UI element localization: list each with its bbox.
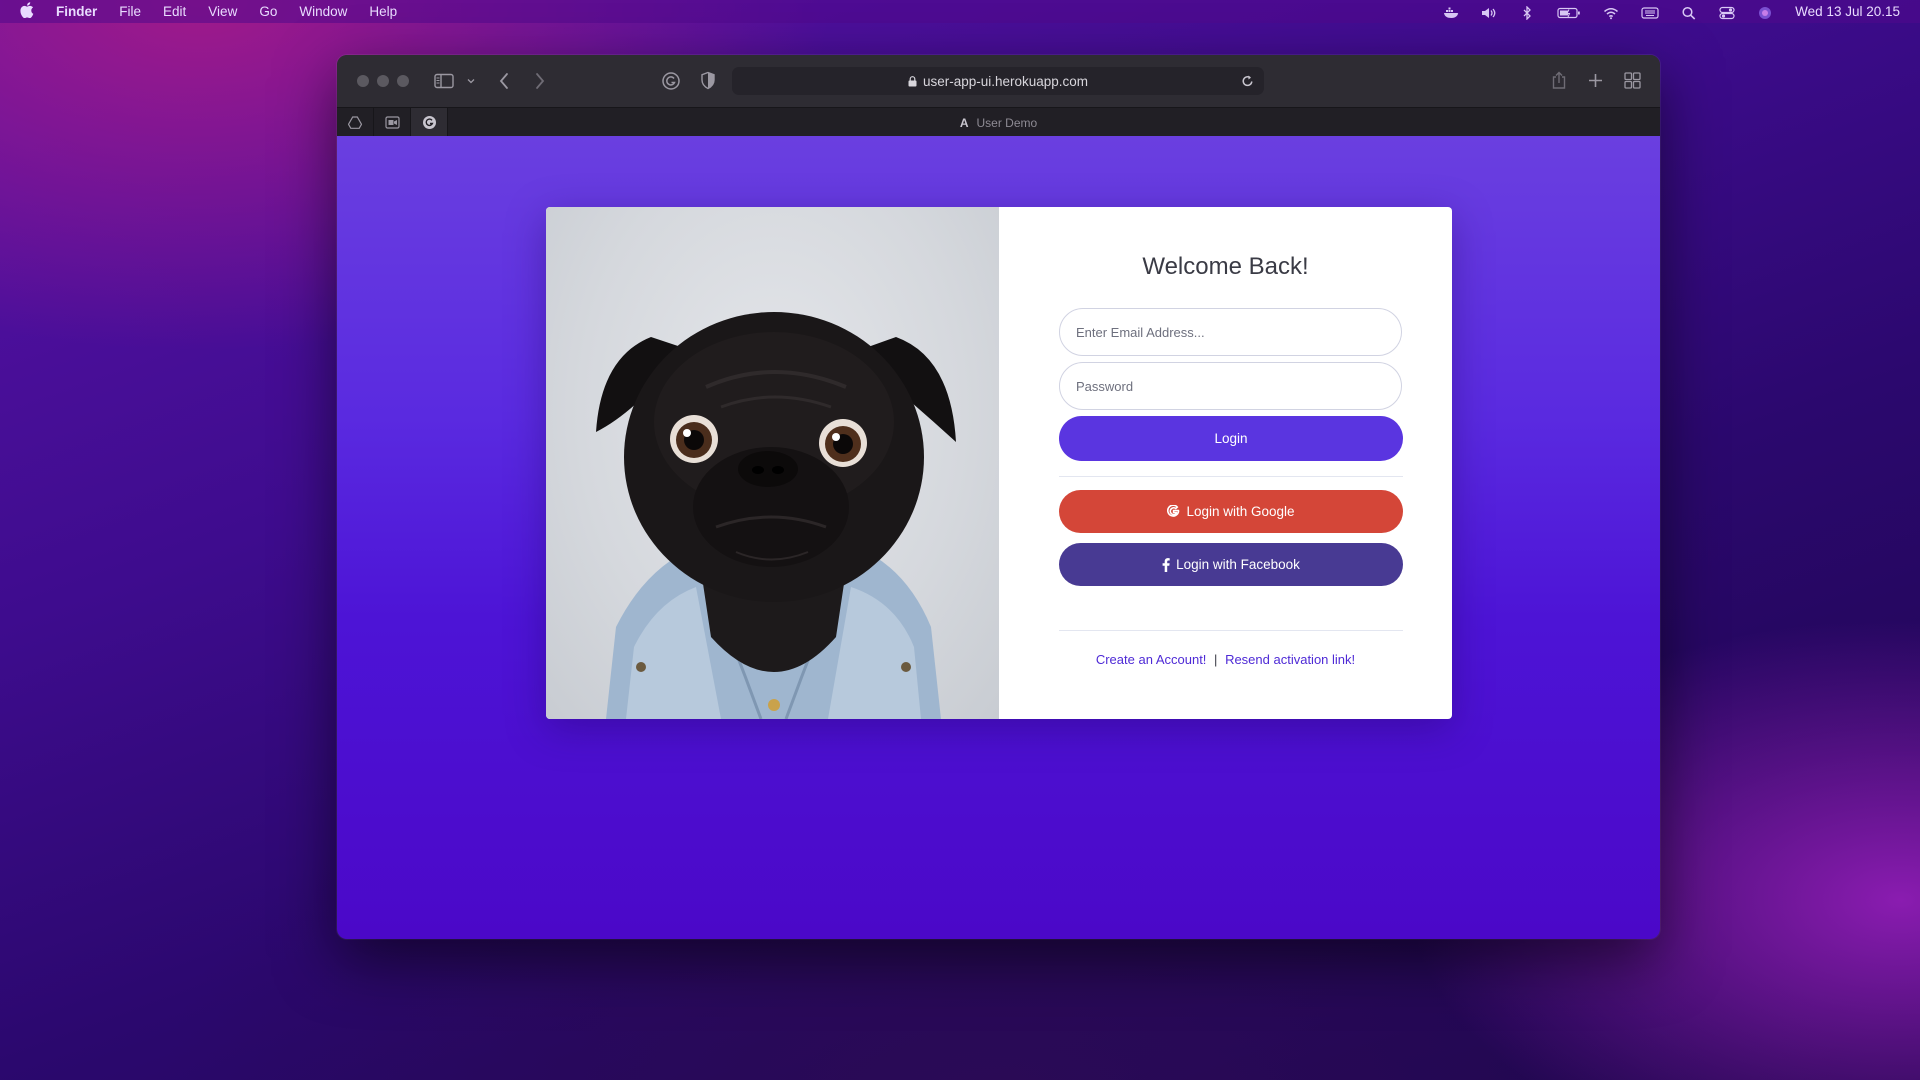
divider	[1059, 476, 1403, 477]
back-icon[interactable]	[498, 72, 510, 90]
reload-icon[interactable]	[1241, 74, 1254, 91]
bluetooth-icon[interactable]	[1519, 5, 1535, 20]
volume-icon[interactable]	[1481, 6, 1497, 18]
tab-bar: A User Demo	[337, 107, 1660, 137]
zoom-window-button[interactable]	[397, 75, 409, 87]
close-window-button[interactable]	[357, 75, 369, 87]
active-tab[interactable]: A User Demo	[337, 108, 1660, 137]
keyboard-icon[interactable]	[1641, 6, 1659, 19]
menu-edit[interactable]: Edit	[163, 4, 186, 19]
browser-toolbar: user-app-ui.herokuapp.com	[337, 55, 1660, 107]
login-form: Welcome Back! Login Login with Google	[999, 207, 1452, 719]
pinned-tab-media[interactable]	[374, 108, 411, 137]
pinned-tab-grammarly[interactable]	[411, 108, 448, 137]
resend-activation-link[interactable]: Resend activation link!	[1225, 652, 1355, 667]
facebook-login-button[interactable]: Login with Facebook	[1059, 543, 1403, 586]
google-login-button[interactable]: Login with Google	[1059, 490, 1403, 533]
facebook-icon	[1162, 557, 1170, 572]
menu-help[interactable]: Help	[369, 4, 397, 19]
menu-finder[interactable]: Finder	[56, 4, 97, 19]
menu-view[interactable]: View	[208, 4, 237, 19]
account-links: Create an Account! | Resend activation l…	[999, 652, 1452, 667]
password-field[interactable]	[1059, 362, 1402, 410]
url-text: user-app-ui.herokuapp.com	[922, 73, 1089, 89]
window-controls	[337, 75, 409, 87]
tab-overview-icon[interactable]	[1624, 72, 1641, 89]
apple-menu-icon[interactable]	[20, 1, 34, 22]
wifi-icon[interactable]	[1603, 6, 1619, 19]
login-button[interactable]: Login	[1059, 416, 1403, 461]
create-account-link[interactable]: Create an Account!	[1096, 652, 1207, 667]
sidebar-toggle-icon[interactable]	[434, 73, 454, 89]
page-title: Welcome Back!	[1142, 253, 1309, 280]
web-page: Welcome Back! Login Login with Google	[337, 136, 1660, 939]
google-login-label: Login with Google	[1186, 504, 1295, 519]
tab-favicon-icon: A	[959, 115, 969, 130]
media-icon	[384, 116, 400, 129]
tab-title: User Demo	[976, 115, 1038, 130]
spotlight-search-icon[interactable]	[1681, 6, 1697, 20]
menu-window[interactable]: Window	[299, 4, 347, 19]
login-card: Welcome Back! Login Login with Google	[546, 207, 1452, 719]
menu-go[interactable]: Go	[259, 4, 277, 19]
divider	[1059, 630, 1403, 631]
macos-menubar: Finder File Edit View Go Window Help Wed…	[0, 0, 1920, 23]
login-button-label: Login	[1214, 431, 1248, 446]
docker-icon[interactable]	[1443, 6, 1459, 18]
forward-icon[interactable]	[534, 72, 546, 90]
new-tab-icon[interactable]	[1588, 73, 1603, 88]
share-icon[interactable]	[1551, 71, 1567, 90]
minimize-window-button[interactable]	[377, 75, 389, 87]
siri-icon[interactable]	[1757, 6, 1773, 19]
lock-icon	[908, 75, 917, 87]
chevron-down-icon[interactable]	[467, 77, 475, 85]
menu-file[interactable]: File	[119, 4, 141, 19]
pinned-tab-drive[interactable]	[337, 108, 374, 137]
email-field[interactable]	[1059, 308, 1402, 356]
facebook-login-label: Login with Facebook	[1176, 557, 1300, 572]
pug-photo	[546, 207, 999, 719]
control-center-icon[interactable]	[1719, 6, 1735, 19]
shield-icon[interactable]	[700, 71, 716, 90]
battery-icon[interactable]	[1557, 6, 1581, 18]
google-icon	[1167, 505, 1180, 518]
address-bar[interactable]: user-app-ui.herokuapp.com	[732, 67, 1264, 95]
drive-icon	[348, 116, 362, 129]
grammarly-extension-icon[interactable]	[662, 72, 680, 90]
menubar-clock[interactable]: Wed 13 Jul 20.15	[1795, 4, 1900, 19]
grammarly-icon	[422, 116, 436, 129]
link-separator: |	[1214, 652, 1218, 667]
safari-window: user-app-ui.herokuapp.com A User Demo We…	[337, 55, 1660, 939]
